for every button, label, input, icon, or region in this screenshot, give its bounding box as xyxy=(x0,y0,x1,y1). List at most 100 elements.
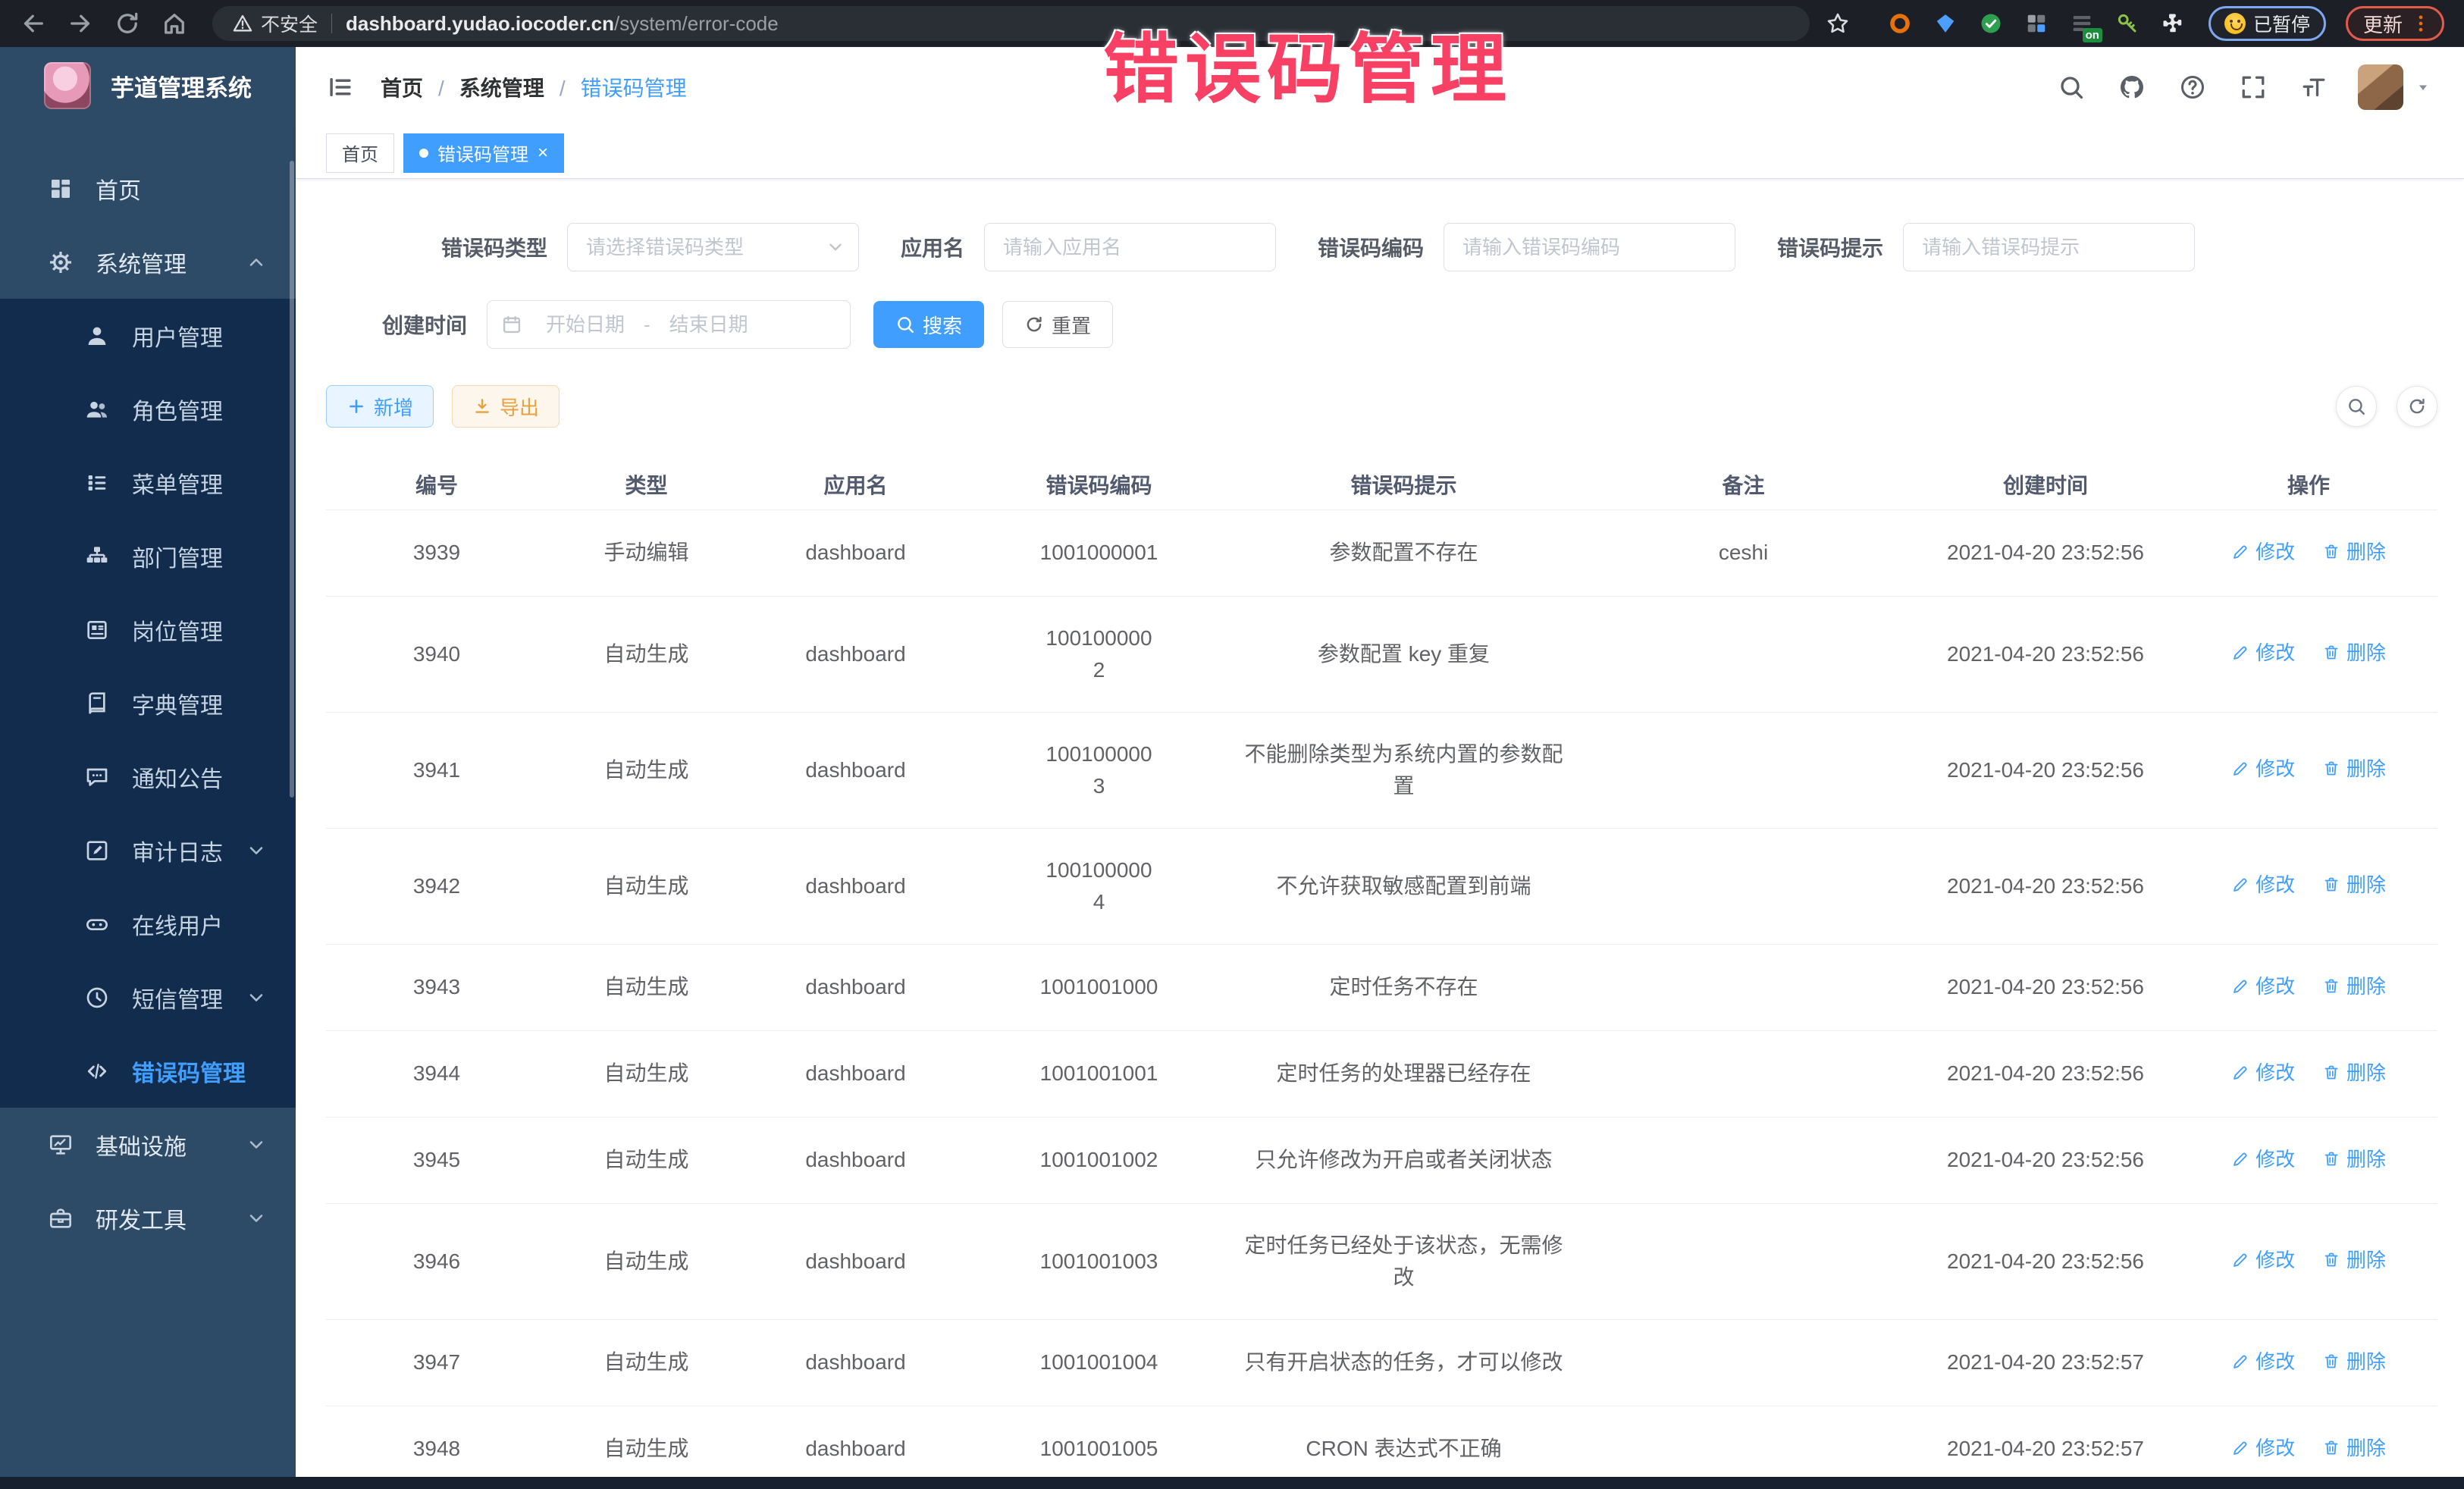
edit-link[interactable]: 修改 xyxy=(2231,753,2295,785)
green-check-extension-icon[interactable] xyxy=(1977,9,2005,38)
sidebar-item[interactable]: 通知公告 xyxy=(0,740,296,813)
delete-link[interactable]: 删除 xyxy=(2322,869,2386,901)
view-tab[interactable]: 首页 xyxy=(326,133,394,173)
delete-link[interactable]: 删除 xyxy=(2322,637,2386,669)
browser-forward-icon[interactable] xyxy=(67,10,94,37)
sidebar-item[interactable]: 字典管理 xyxy=(0,666,296,740)
trash-icon xyxy=(2322,1353,2340,1371)
filter-input[interactable] xyxy=(567,223,859,271)
cell-type: 手动编辑 xyxy=(547,509,745,596)
edit-link[interactable]: 修改 xyxy=(2231,1346,2295,1378)
sidebar-item[interactable]: 基础设施 xyxy=(0,1108,296,1181)
cell-actions: 修改 删除 xyxy=(2180,828,2437,944)
github-icon[interactable] xyxy=(2118,74,2146,101)
browser-home-icon[interactable] xyxy=(161,10,188,37)
sidebar-item[interactable]: 短信管理 xyxy=(0,961,296,1034)
sidebar-item[interactable]: 用户管理 xyxy=(0,299,296,372)
refresh-table-button[interactable] xyxy=(2397,386,2437,427)
fullscreen-icon[interactable] xyxy=(2240,74,2267,101)
help-icon[interactable] xyxy=(2179,74,2206,101)
sidebar-item[interactable]: 菜单管理 xyxy=(0,446,296,519)
rows-extension-icon[interactable]: on xyxy=(2067,9,2096,38)
delete-link[interactable]: 删除 xyxy=(2322,753,2386,785)
logo[interactable]: 芋道管理系统 xyxy=(0,47,296,124)
delete-link[interactable]: 删除 xyxy=(2322,1346,2386,1378)
table-row[interactable]: 3941 自动生成 dashboard 100100000 3 不能删除类型为系… xyxy=(326,712,2437,828)
puzzle-extension-icon[interactable] xyxy=(2158,9,2187,38)
view-tab[interactable]: 错误码管理 × xyxy=(403,133,564,173)
sidebar-scrollbar[interactable] xyxy=(290,161,294,798)
sidebar-item[interactable]: 首页 xyxy=(0,152,296,225)
sidebar-item[interactable]: 在线用户 xyxy=(0,887,296,961)
green-key-extension-icon[interactable] xyxy=(2113,9,2142,38)
edit-link[interactable]: 修改 xyxy=(2231,1244,2295,1276)
hamburger-icon[interactable] xyxy=(326,73,355,102)
blue-gem-extension-icon[interactable] xyxy=(1931,9,1960,38)
edit-link[interactable]: 修改 xyxy=(2231,637,2295,669)
sidebar-item[interactable]: 岗位管理 xyxy=(0,593,296,666)
table-row[interactable]: 3947 自动生成 dashboard 1001001004 只有开启状态的任务… xyxy=(326,1319,2437,1406)
grid-extension-icon[interactable] xyxy=(2022,9,2051,38)
reset-button[interactable]: 重置 xyxy=(1002,301,1113,348)
filter-input[interactable] xyxy=(984,223,1276,271)
sidebar-item[interactable]: 系统管理 xyxy=(0,225,296,299)
browser-reload-icon[interactable] xyxy=(114,10,141,37)
address-bar[interactable]: 不安全 dashboard.yudao.iocoder.cn /system/e… xyxy=(212,6,1810,41)
sidebar-item[interactable]: 角色管理 xyxy=(0,372,296,446)
delete-link[interactable]: 删除 xyxy=(2322,536,2386,568)
date-range-picker[interactable]: - xyxy=(487,300,851,349)
cell-app: dashboard xyxy=(745,1030,966,1117)
search-icon xyxy=(895,315,915,334)
edit-link[interactable]: 修改 xyxy=(2231,536,2295,568)
table-row[interactable]: 3942 自动生成 dashboard 100100000 4 不允许获取敏感配… xyxy=(326,828,2437,944)
table-row[interactable]: 3943 自动生成 dashboard 1001001000 定时任务不存在 2… xyxy=(326,944,2437,1030)
orange-ring-extension-icon[interactable] xyxy=(1886,9,1914,38)
security-label[interactable]: 不安全 xyxy=(261,10,318,37)
table-row[interactable]: 3945 自动生成 dashboard 1001001002 只允许修改为开启或… xyxy=(326,1117,2437,1203)
edit-link[interactable]: 修改 xyxy=(2231,1143,2295,1175)
browser-menu-dots-icon[interactable] xyxy=(2410,13,2431,34)
sidebar-item[interactable]: 研发工具 xyxy=(0,1181,296,1255)
url-path[interactable]: /system/error-code xyxy=(614,12,779,36)
end-date-input[interactable] xyxy=(652,313,766,337)
edit-link[interactable]: 修改 xyxy=(2231,1057,2295,1089)
delete-link[interactable]: 删除 xyxy=(2322,1057,2386,1089)
app-title: 芋道管理系统 xyxy=(111,69,252,103)
sidebar-item[interactable]: 审计日志 xyxy=(0,813,296,887)
delete-link[interactable]: 删除 xyxy=(2322,1432,2386,1464)
table-row[interactable]: 3944 自动生成 dashboard 1001001001 定时任务的处理器已… xyxy=(326,1030,2437,1117)
close-icon[interactable]: × xyxy=(538,144,548,162)
breadcrumb-item[interactable]: 系统管理 xyxy=(423,72,544,102)
filter-input[interactable] xyxy=(1903,223,2195,271)
edit-link[interactable]: 修改 xyxy=(2231,869,2295,901)
sidebar-item[interactable]: 部门管理 xyxy=(0,519,296,593)
delete-link[interactable]: 删除 xyxy=(2322,1143,2386,1175)
font-size-icon[interactable] xyxy=(2300,74,2328,101)
sidebar-item[interactable]: 错误码管理 xyxy=(0,1034,296,1108)
url-domain[interactable]: dashboard.yudao.iocoder.cn xyxy=(346,12,614,36)
user-avatar[interactable] xyxy=(2358,64,2403,110)
table-row[interactable]: 3939 手动编辑 dashboard 1001000001 参数配置不存在 c… xyxy=(326,509,2437,596)
edit-link[interactable]: 修改 xyxy=(2231,1432,2295,1464)
edit-link[interactable]: 修改 xyxy=(2231,970,2295,1002)
toggle-search-button[interactable] xyxy=(2336,386,2377,427)
filter-input[interactable] xyxy=(1444,223,1735,271)
delete-link[interactable]: 删除 xyxy=(2322,1244,2386,1276)
bookmark-star-icon[interactable] xyxy=(1825,11,1851,36)
breadcrumb-item[interactable]: 首页 xyxy=(381,72,423,102)
breadcrumb-item[interactable]: 错误码管理 xyxy=(544,72,687,102)
avatar-caret-down-icon[interactable] xyxy=(2414,78,2432,96)
search-button[interactable]: 搜索 xyxy=(873,301,984,348)
table-row[interactable]: 3946 自动生成 dashboard 1001001003 定时任务已经处于该… xyxy=(326,1203,2437,1319)
table-row[interactable]: 3940 自动生成 dashboard 100100000 2 参数配置 key… xyxy=(326,596,2437,712)
export-button[interactable]: 导出 xyxy=(452,385,560,428)
paused-extension-chip[interactable]: 已暂停 xyxy=(2209,6,2326,41)
chrome-update-button[interactable]: 更新 xyxy=(2346,6,2444,41)
add-button[interactable]: 新增 xyxy=(326,385,434,428)
chevron-down-icon[interactable] xyxy=(826,237,845,257)
start-date-input[interactable] xyxy=(528,313,642,337)
delete-link[interactable]: 删除 xyxy=(2322,970,2386,1002)
cell-created: 2021-04-20 23:52:57 xyxy=(1911,1319,2180,1406)
search-icon[interactable] xyxy=(2058,74,2085,101)
browser-back-icon[interactable] xyxy=(20,10,47,37)
